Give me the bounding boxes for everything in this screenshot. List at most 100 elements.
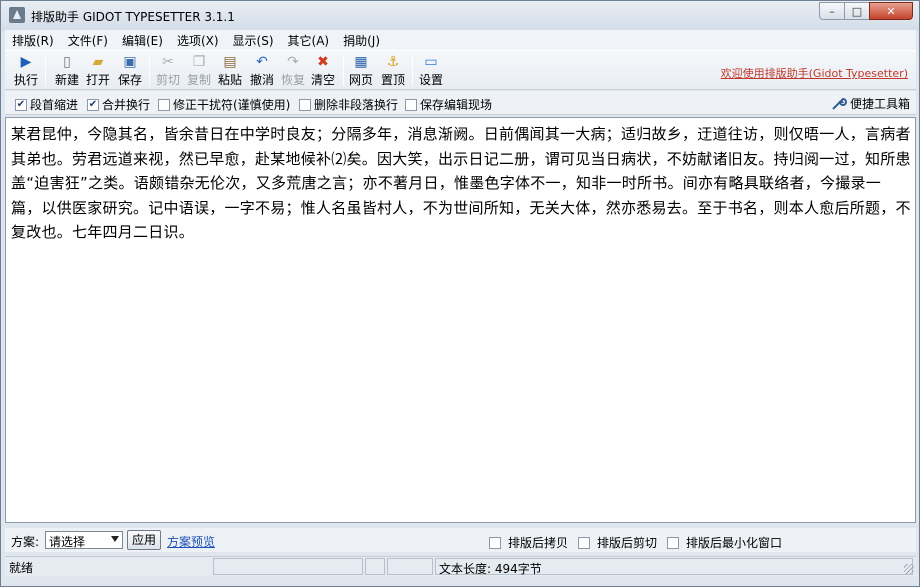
- option-save-session-checkbox[interactable]: 保存编辑现场: [405, 96, 492, 113]
- menu-file[interactable]: 文件(F): [61, 32, 115, 49]
- after-cut-label: 排版后剪切: [597, 536, 658, 550]
- clear-label: 清空: [310, 73, 335, 87]
- toolbar-separator: [343, 56, 344, 86]
- status-cell: [387, 558, 433, 575]
- menu-display[interactable]: 显示(S): [226, 32, 281, 49]
- undo-label: 撤消: [249, 73, 274, 87]
- play-icon: ▶: [20, 54, 32, 70]
- cut-label: 剪切: [155, 73, 180, 87]
- paste-icon: ▤: [223, 54, 237, 70]
- save-label: 保存: [117, 73, 142, 87]
- settings-label: 设置: [418, 73, 443, 87]
- option-label: 段首缩进: [30, 98, 79, 112]
- after-minimize-checkbox[interactable]: 排版后最小化窗口: [667, 534, 782, 551]
- checkbox-box: ✔: [15, 98, 27, 111]
- checkbox-box: [489, 536, 501, 549]
- dropdown-arrow-icon: [111, 536, 119, 542]
- toolbar-separator: [412, 56, 413, 86]
- scheme-bar: 方案: 请选择 应用 方案预览 排版后拷贝 排版后剪切 排版后最小化窗口: [5, 528, 916, 552]
- open-button[interactable]: ▰ 打开: [83, 53, 113, 89]
- status-bar: 就绪 文本长度: 494字节: [5, 556, 916, 576]
- after-minimize-label: 排版后最小化窗口: [686, 536, 783, 550]
- webpage-button[interactable]: ▦ 网页: [346, 53, 376, 89]
- close-button[interactable]: ✕: [869, 2, 913, 20]
- option-remove-breaks-checkbox[interactable]: 删除非段落换行: [299, 96, 398, 113]
- checkbox-box: [158, 98, 170, 111]
- after-copy-label: 排版后拷贝: [508, 536, 569, 550]
- option-label: 保存编辑现场: [420, 98, 493, 112]
- undo-button[interactable]: ↶ 撤消: [247, 53, 277, 89]
- copy-button[interactable]: ❐ 复制: [184, 53, 214, 89]
- status-text-length: 文本长度: 494字节: [435, 558, 913, 576]
- pin-icon: ⚓: [386, 54, 400, 70]
- text-editor[interactable]: 某君昆仲，今隐其名，皆余昔日在中学时良友；分隔多年，消息渐阙。日前偶闻其一大病；…: [5, 117, 916, 523]
- webpage-label: 网页: [348, 73, 373, 87]
- welcome-link[interactable]: 欢迎使用排版助手(Gidot Typesetter): [721, 65, 908, 81]
- status-cell: [365, 558, 385, 575]
- pin-top-label: 置顶: [380, 73, 405, 87]
- cut-icon: ✂: [162, 54, 174, 70]
- clear-icon: ✖: [317, 54, 329, 70]
- option-merge-lines-checkbox[interactable]: ✔ 合并换行: [87, 96, 150, 113]
- menu-options[interactable]: 选项(X): [170, 32, 226, 49]
- app-logo-icon: [9, 7, 25, 23]
- scheme-preview-link[interactable]: 方案预览: [167, 533, 215, 550]
- new-button[interactable]: ▯ 新建: [52, 53, 82, 89]
- toolbar: ▶ 执行 ▯ 新建 ▰ 打开 ▣ 保存 ✂ 剪切 ❐ 复制 ▤ 粘贴 ↶ 撤消 …: [5, 50, 916, 90]
- window-controls: – □ ✕: [819, 2, 913, 20]
- scheme-selected-value: 请选择: [49, 535, 86, 549]
- menu-bar: 排版(R) 文件(F) 编辑(E) 选项(X) 显示(S) 其它(A) 捐助(J…: [5, 30, 916, 50]
- paste-label: 粘贴: [217, 73, 242, 87]
- redo-label: 恢复: [280, 73, 305, 87]
- open-folder-icon: ▰: [92, 54, 104, 70]
- cut-button[interactable]: ✂ 剪切: [153, 53, 183, 89]
- new-label: 新建: [54, 73, 79, 87]
- option-label: 修正干扰符(谨慎使用): [173, 98, 291, 112]
- redo-button[interactable]: ↷ 恢复: [278, 53, 308, 89]
- redo-icon: ↷: [287, 54, 299, 70]
- settings-monitor-icon: ▭: [424, 54, 438, 70]
- toolbar-separator: [149, 56, 150, 86]
- status-cell: [213, 558, 363, 575]
- settings-button[interactable]: ▭ 设置: [416, 53, 446, 89]
- menu-donate[interactable]: 捐助(J): [336, 32, 387, 49]
- after-copy-checkbox[interactable]: 排版后拷贝: [489, 534, 568, 551]
- undo-icon: ↶: [256, 54, 268, 70]
- option-indent-checkbox[interactable]: ✔ 段首缩进: [15, 96, 78, 113]
- menu-edit[interactable]: 编辑(E): [115, 32, 170, 49]
- save-icon: ▣: [123, 54, 137, 70]
- toolbox-label: 便捷工具箱: [849, 97, 910, 111]
- html-icon: ▦: [354, 54, 368, 70]
- pin-top-button[interactable]: ⚓ 置顶: [378, 53, 408, 89]
- copy-icon: ❐: [192, 54, 206, 70]
- checkbox-box: [299, 98, 311, 111]
- execute-button[interactable]: ▶ 执行: [11, 53, 41, 89]
- option-label: 删除非段落换行: [314, 98, 399, 112]
- open-label: 打开: [85, 73, 110, 87]
- menu-other[interactable]: 其它(A): [281, 32, 337, 49]
- execute-label: 执行: [13, 73, 38, 87]
- clear-button[interactable]: ✖ 清空: [308, 53, 338, 89]
- wrench-icon: [832, 97, 847, 110]
- toolbox-button[interactable]: 便捷工具箱: [831, 95, 910, 112]
- title-bar: 排版助手 GIDOT TYPESETTER 3.1.1 – □ ✕: [1, 1, 919, 31]
- option-fix-noise-checkbox[interactable]: 修正干扰符(谨慎使用): [158, 96, 290, 113]
- save-button[interactable]: ▣ 保存: [115, 53, 145, 89]
- checkbox-box: ✔: [87, 98, 99, 111]
- maximize-button[interactable]: □: [844, 2, 870, 20]
- new-file-icon: ▯: [63, 54, 71, 70]
- option-label: 合并换行: [102, 98, 151, 112]
- checkbox-box: [667, 536, 679, 549]
- minimize-button[interactable]: –: [819, 2, 845, 20]
- menu-typeset[interactable]: 排版(R): [5, 32, 61, 49]
- window-title: 排版助手 GIDOT TYPESETTER 3.1.1: [31, 10, 235, 24]
- checkbox-box: [405, 98, 417, 111]
- checkbox-box: [578, 536, 590, 549]
- toolbar-separator: [45, 56, 46, 86]
- paste-button[interactable]: ▤ 粘贴: [215, 53, 245, 89]
- resize-grip-icon[interactable]: [904, 564, 914, 574]
- scheme-select[interactable]: 请选择: [45, 531, 123, 549]
- after-cut-checkbox[interactable]: 排版后剪切: [578, 534, 657, 551]
- apply-button[interactable]: 应用: [127, 530, 161, 550]
- editor-content[interactable]: 某君昆仲，今隐其名，皆余昔日在中学时良友；分隔多年，消息渐阙。日前偶闻其一大病；…: [11, 122, 911, 245]
